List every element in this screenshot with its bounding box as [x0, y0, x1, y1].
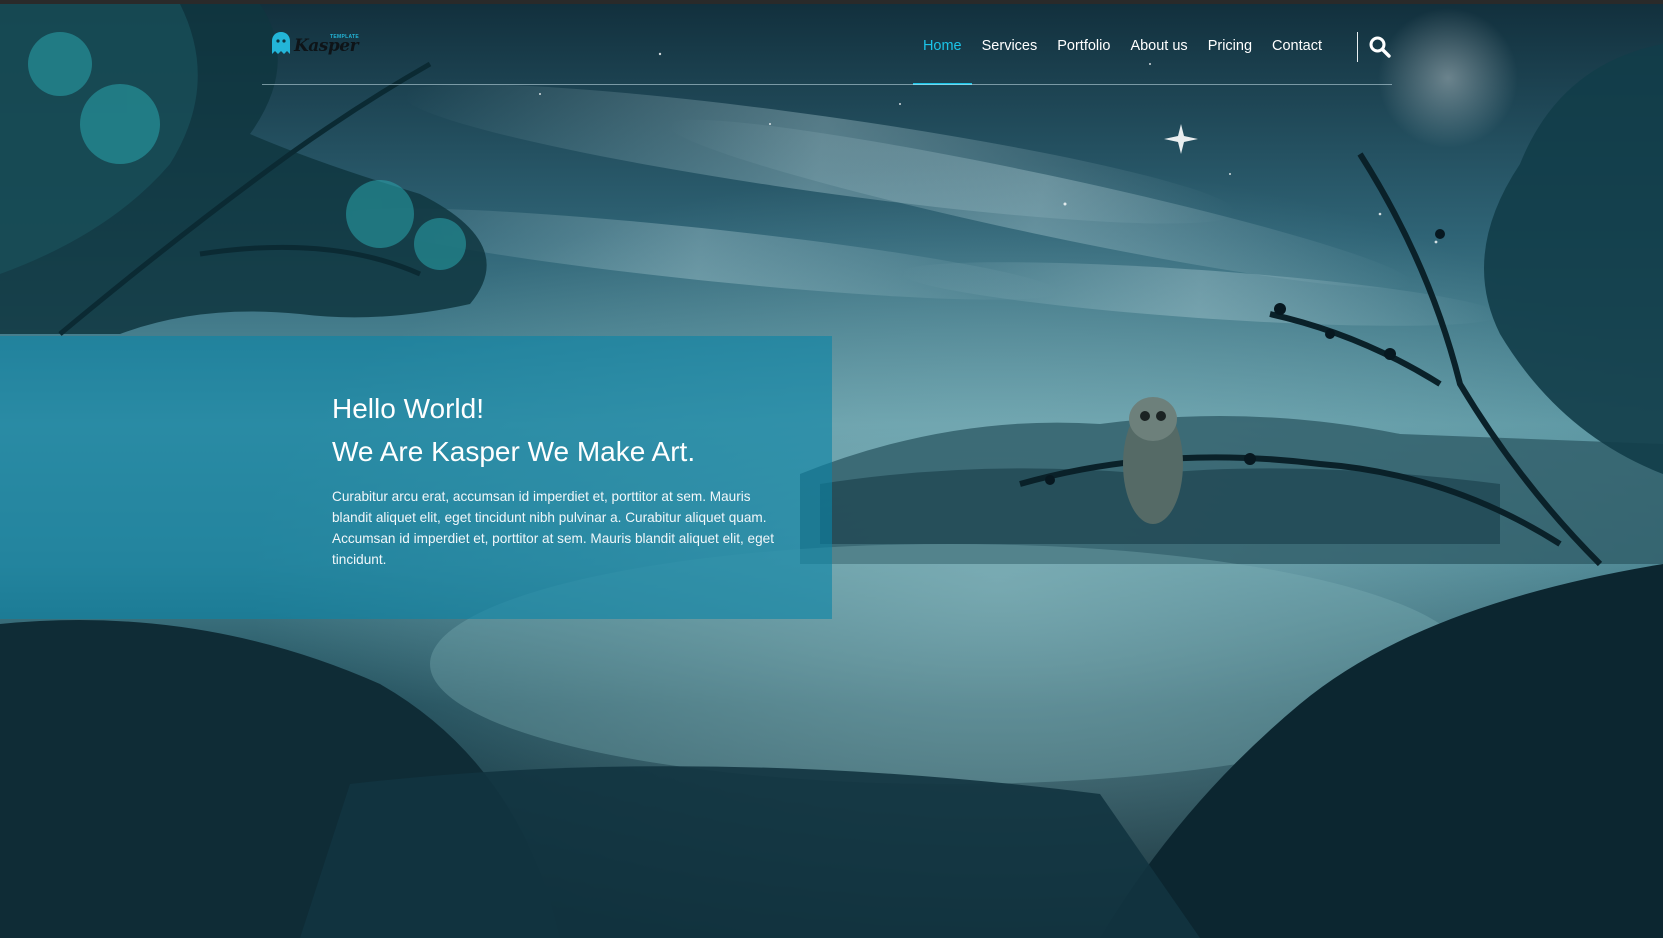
nav-contact[interactable]: Contact [1262, 4, 1332, 84]
nav-services[interactable]: Services [972, 4, 1048, 84]
intro-greeting: Hello World! [332, 393, 484, 424]
nav-divider [1357, 32, 1358, 62]
intro-content: Hello World! We Are Kasper We Make Art. … [332, 388, 792, 570]
kasper-logo[interactable]: TEMPLATE Kasper [272, 30, 359, 60]
search-button[interactable] [1368, 35, 1392, 59]
main-navigation: Home Services Portfolio About us Pricing… [912, 4, 1332, 85]
nav-home[interactable]: Home [912, 4, 972, 85]
owl-illustration [1123, 397, 1183, 524]
nav-portfolio[interactable]: Portfolio [1047, 4, 1120, 84]
search-icon [1369, 36, 1391, 58]
site-header: TEMPLATE Kasper Home Services Portfolio … [262, 4, 1392, 85]
landing-page: TEMPLATE Kasper Home Services Portfolio … [0, 0, 1663, 938]
intro-headline: We Are Kasper We Make Art. [332, 436, 696, 467]
header-divider-line [262, 84, 1392, 85]
intro-box: Hello World! We Are Kasper We Make Art. … [0, 336, 832, 619]
intro-description: Curabitur arcu erat, accumsan id imperdi… [332, 489, 775, 567]
ghost-logo-icon [272, 32, 290, 54]
logo-wordmark: Kasper [294, 36, 359, 56]
nav-about-us[interactable]: About us [1120, 4, 1197, 84]
nav-pricing[interactable]: Pricing [1198, 4, 1262, 84]
